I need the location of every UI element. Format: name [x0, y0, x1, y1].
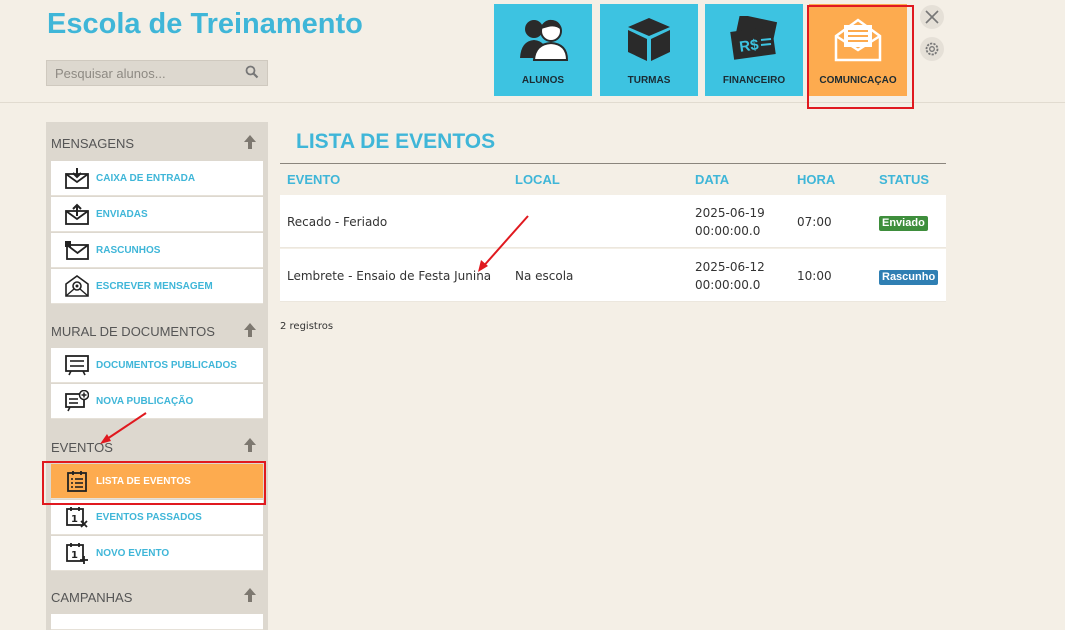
cell-data-time: 00:00:00.0 [695, 278, 761, 292]
settings-button[interactable] [920, 37, 944, 61]
cell-hora: 10:00 [797, 269, 832, 283]
cell-evento[interactable]: Recado - Feriado [287, 212, 387, 232]
sidebar-item-documentos-publicados[interactable]: DOCUMENTOS PUBLICADOS [51, 348, 263, 383]
tile-alunos-label: ALUNOS [521, 75, 565, 86]
students-icon [520, 19, 568, 61]
search-input[interactable] [47, 61, 242, 85]
sidebar-item-caixa-de-entrada[interactable]: CAIXA DE ENTRADA [51, 161, 263, 196]
svg-text:1: 1 [71, 550, 78, 561]
app-title: Escola de Treinamento [47, 8, 363, 40]
box-icon [628, 18, 670, 61]
sent-icon [65, 203, 89, 225]
collapse-arrow-icon[interactable] [243, 322, 257, 338]
column-header-status[interactable]: STATUS [879, 172, 929, 187]
sidebar-item-label: RASCUNHOS [96, 245, 161, 256]
sidebar-section-campanhas: CAMPANHAS [51, 590, 133, 605]
calendar-x-icon: 1 [66, 507, 88, 528]
search-icon[interactable] [245, 65, 259, 79]
sidebar-item-label: ESCREVER MENSAGEM [96, 281, 213, 292]
sidebar-item-label: EVENTOS PASSADOS [96, 512, 202, 523]
column-header-evento[interactable]: EVENTO [287, 172, 340, 187]
gear-icon [925, 42, 939, 56]
search-box [46, 60, 268, 86]
collapse-arrow-icon[interactable] [243, 437, 257, 453]
close-button[interactable] [920, 5, 944, 29]
sidebar-item-rascunhos[interactable]: RASCUNHOS [51, 233, 263, 268]
page-title: LISTA DE EVENTOS [296, 130, 496, 153]
highlight-comunicacao [807, 5, 914, 109]
cell-data-time: 00:00:00.0 [695, 224, 761, 238]
sidebar-item-label: NOVA PUBLICAÇÃO [96, 396, 194, 407]
cell-data-date: 2025-06-12 [695, 260, 765, 274]
column-header-local[interactable]: LOCAL [515, 172, 560, 187]
tile-alunos[interactable]: ALUNOS [494, 4, 592, 96]
calendar-add-icon: 1 [66, 543, 88, 564]
cell-hora: 07:00 [797, 215, 832, 229]
sidebar-section-mural-de-documentos: MURAL DE DOCUMENTOS [51, 324, 215, 339]
record-count: 2 registros [280, 321, 334, 332]
tile-financeiro[interactable]: R$ FINANCEIRO [705, 4, 803, 96]
money-icon: R$ [730, 16, 778, 60]
sidebar-item-label: DOCUMENTOS PUBLICADOS [96, 360, 237, 371]
svg-text:1: 1 [71, 514, 78, 525]
tile-turmas-label: TURMAS [627, 75, 671, 86]
sidebar-item-label: NOVO EVENTO [96, 548, 170, 559]
svg-text:R$: R$ [738, 36, 760, 56]
cell-local: Na escola [515, 269, 574, 283]
tile-financeiro-label: FINANCEIRO [722, 75, 786, 86]
title-divider [280, 163, 946, 164]
column-header-hora[interactable]: HORA [797, 172, 835, 187]
inbox-icon [65, 168, 89, 189]
collapse-arrow-icon[interactable] [243, 134, 257, 150]
sidebar-item-label: CAIXA DE ENTRADA [96, 173, 196, 184]
highlight-lista-de-eventos [42, 461, 266, 505]
sidebar-item-partial[interactable] [51, 614, 263, 630]
cell-evento[interactable]: Lembrete - Ensaio de Festa Junina [287, 266, 491, 286]
cell-data-date: 2025-06-19 [695, 206, 765, 220]
sidebar-section-eventos: EVENTOS [51, 440, 113, 455]
draft-icon [65, 241, 89, 260]
sidebar-item-enviadas[interactable]: ENVIADAS [51, 197, 263, 232]
close-icon [925, 10, 939, 24]
sidebar-item-label: ENVIADAS [96, 209, 148, 220]
status-badge: Enviado [879, 216, 928, 231]
sidebar-item-escrever-mensagem[interactable]: ESCREVER MENSAGEM [51, 269, 263, 304]
sidebar-item-nova-publicacao[interactable]: NOVA PUBLICAÇÃO [51, 384, 263, 419]
column-header-data[interactable]: DATA [695, 172, 729, 187]
board-add-icon [65, 390, 89, 412]
status-badge: Rascunho [879, 270, 939, 285]
sidebar-section-mensagens: MENSAGENS [51, 136, 135, 151]
board-list-icon [65, 355, 89, 376]
sidebar-item-novo-evento[interactable]: 1 NOVO EVENTO [51, 536, 263, 571]
tile-turmas[interactable]: TURMAS [600, 4, 698, 96]
compose-mail-icon [65, 275, 89, 297]
collapse-arrow-icon[interactable] [243, 587, 257, 603]
sidebar-item-eventos-passados[interactable]: 1 EVENTOS PASSADOS [51, 500, 263, 535]
